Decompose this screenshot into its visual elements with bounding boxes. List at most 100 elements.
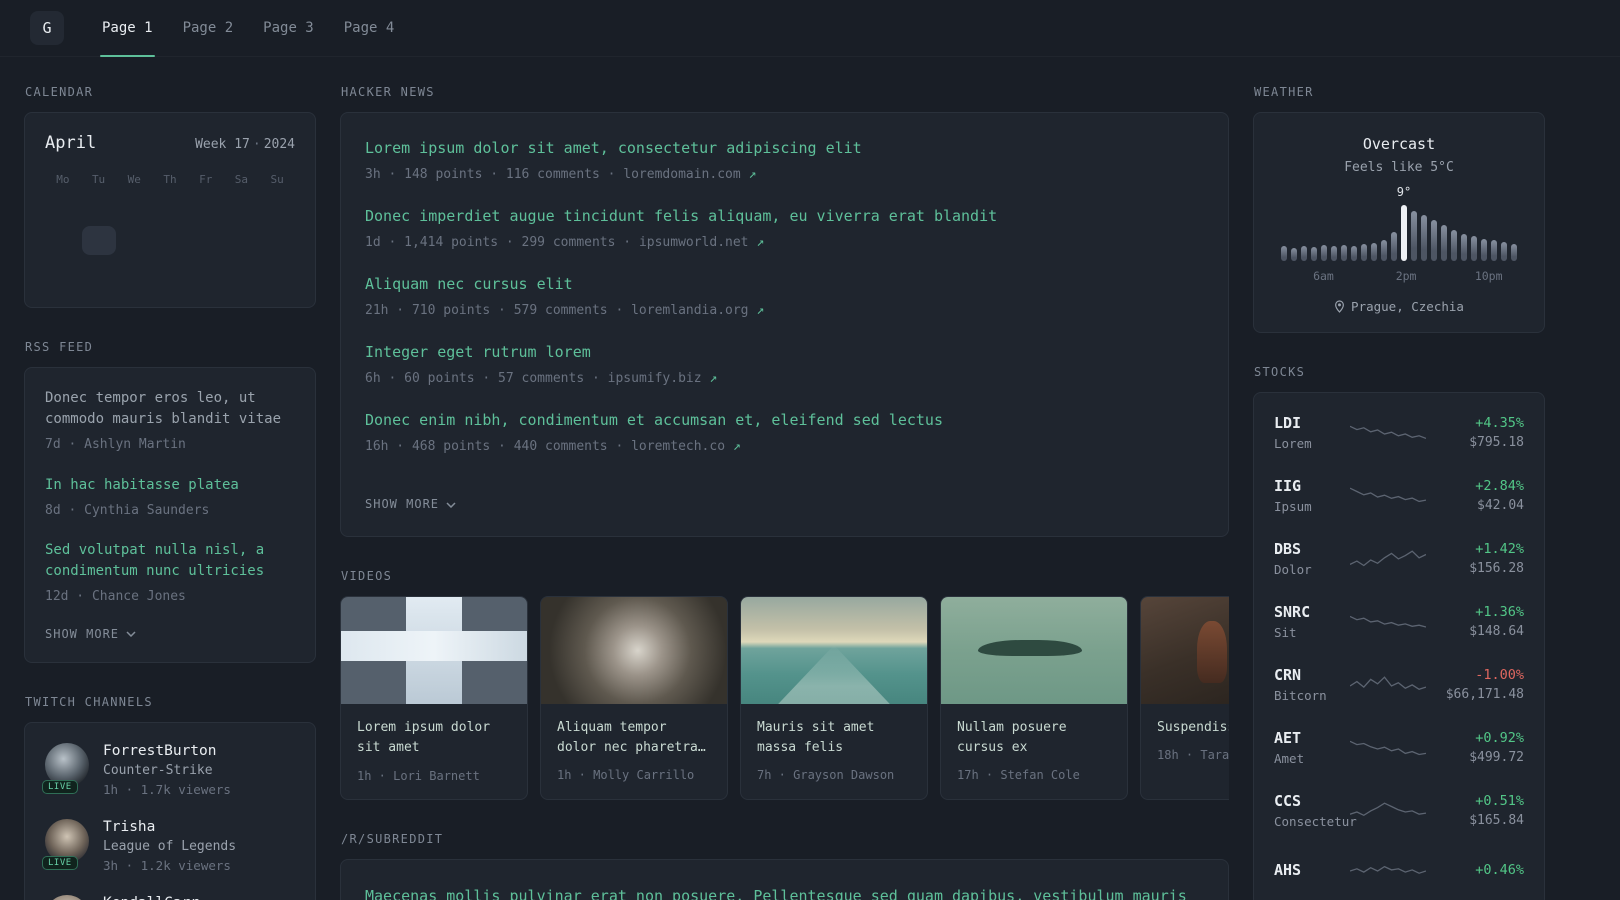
stock-change: +1.36%	[1475, 604, 1524, 620]
stock-name: Ipsum	[1274, 499, 1312, 514]
show-more-label: SHOW MORE	[365, 497, 440, 511]
video-card[interactable]: Lorem ipsum dolor sit amet consectetu… 1…	[340, 596, 528, 800]
calendar-day[interactable]	[189, 257, 223, 286]
weather-bar	[1381, 239, 1387, 261]
stock-price: $156.28	[1469, 561, 1524, 576]
page-tab[interactable]: Page 3	[261, 0, 316, 56]
calendar-day[interactable]	[46, 257, 80, 286]
weather-bar	[1491, 240, 1497, 261]
channel-name[interactable]: ForrestBurton	[103, 743, 231, 759]
calendar-day[interactable]	[189, 195, 223, 224]
rss-item-link[interactable]: Sed volutpat nulla nisl, a condimentum n…	[45, 540, 295, 582]
hackernews-item-link[interactable]: Aliquam nec cursus elit	[365, 273, 1204, 296]
source-domain-link[interactable]: ipsumworld.net ↗	[639, 235, 764, 250]
page-tab[interactable]: Page 1	[100, 0, 155, 57]
stock-sparkline	[1350, 418, 1428, 448]
video-thumbnail[interactable]	[1141, 597, 1229, 704]
rss-item-link[interactable]: In hac habitasse platea	[45, 475, 295, 496]
video-thumbnail[interactable]	[741, 597, 927, 704]
stock-change: +0.92%	[1475, 730, 1524, 746]
channel-game[interactable]: League of Legends	[103, 839, 236, 854]
hackernews-item-link[interactable]: Integer eget rutrum lorem	[365, 341, 1204, 364]
channel-viewers: 3h · 1.2k viewers	[103, 857, 231, 873]
stock-row[interactable]: DBS Dolor +1.42% $156.28	[1274, 527, 1524, 590]
source-domain-link[interactable]: loremtech.co ↗	[631, 439, 741, 454]
source-domain-link[interactable]: loremlandia.org ↗	[631, 303, 764, 318]
calendar-day[interactable]	[224, 226, 258, 255]
video-title[interactable]: Mauris sit amet massa felis	[757, 718, 911, 758]
stock-row[interactable]: LDI Lorem +4.35% $795.18	[1274, 401, 1524, 464]
video-card[interactable]: Suspendisse diam 18h · Tara	[1140, 596, 1229, 800]
twitch-channel-row[interactable]: LIVE Trisha League of Legends 3h · 1.2k …	[42, 818, 295, 873]
rss-show-more-button[interactable]: SHOW MORE	[45, 627, 136, 641]
top-nav: G Page 1 Page 2 Page 3 Page 4	[0, 0, 1620, 57]
calendar-day[interactable]	[46, 226, 80, 255]
calendar-day[interactable]	[117, 257, 151, 286]
calendar-day[interactable]	[82, 257, 116, 286]
video-meta: 1h · Lori Barnett	[357, 769, 480, 783]
calendar-day[interactable]	[260, 195, 294, 224]
hackernews-item-link[interactable]: Donec enim nibh, condimentum et accumsan…	[365, 409, 1204, 432]
calendar-day[interactable]	[81, 226, 116, 255]
video-thumbnail[interactable]	[541, 597, 727, 704]
video-title[interactable]: Lorem ipsum dolor sit amet consectetu…	[357, 718, 511, 759]
video-title[interactable]: Suspendisse diam	[1157, 718, 1229, 738]
stock-row[interactable]: IIG Ipsum +2.84% $42.04	[1274, 464, 1524, 527]
calendar-day[interactable]	[224, 195, 258, 224]
page-tab[interactable]: Page 4	[342, 0, 397, 56]
stock-id: CRN Bitcorn	[1274, 666, 1342, 703]
calendar-section-label: CALENDAR	[25, 85, 94, 99]
calendar-day[interactable]	[117, 226, 151, 255]
subreddit-post-link[interactable]: Maecenas mollis pulvinar erat non posuer…	[365, 884, 1204, 900]
stock-row[interactable]: SNRC Sit +1.36% $148.64	[1274, 590, 1524, 653]
hackernews-item-link[interactable]: Donec imperdiet augue tincidunt felis al…	[365, 205, 1204, 228]
stock-row[interactable]: CRN Bitcorn -1.00% $66,171.48	[1274, 653, 1524, 716]
weather-bar	[1461, 233, 1467, 261]
twitch-channel-row[interactable]: LIVE KendallCarr	[45, 894, 295, 900]
show-more-label: SHOW MORE	[45, 626, 120, 641]
calendar-day[interactable]	[153, 257, 187, 286]
calendar-day[interactable]	[117, 195, 151, 224]
day-of-week-label: Su	[270, 173, 284, 186]
hackernews-item-link[interactable]: Lorem ipsum dolor sit amet, consectetur …	[365, 137, 1204, 160]
rss-section-label: RSS FEED	[25, 340, 94, 354]
calendar-day[interactable]	[46, 195, 80, 224]
video-thumbnail[interactable]	[341, 597, 527, 704]
source-domain-link[interactable]: loremdomain.com ↗	[623, 167, 756, 182]
stock-price: $66,171.48	[1445, 687, 1524, 702]
stock-row[interactable]: AET Amet +0.92% $499.72	[1274, 716, 1524, 779]
stock-ticker: SNRC	[1274, 603, 1311, 621]
app-logo[interactable]: G	[30, 11, 64, 45]
source-domain-link[interactable]: ipsumify.biz ↗	[608, 371, 718, 386]
video-title[interactable]: Aliquam tempor dolor nec pharetra…	[557, 718, 711, 758]
calendar-day[interactable]	[224, 257, 258, 286]
hackernews-item-stats: 21h · 710 points · 579 comments ·	[365, 302, 632, 318]
calendar-day[interactable]	[153, 195, 187, 224]
channel-game[interactable]: Counter-Strike	[103, 763, 231, 778]
rss-item-link[interactable]: Donec tempor eros leo, ut commodo mauris…	[45, 388, 295, 430]
weather-location: Prague, Czechia	[1274, 299, 1524, 314]
calendar-day[interactable]	[189, 226, 223, 255]
hackernews-item-meta: 16h · 468 points · 440 comments · loremt…	[365, 437, 1204, 457]
hackernews-item-stats: 3h · 148 points · 116 comments ·	[365, 166, 624, 182]
left-column: CALENDAR April Week 17 · 2024 Mo Tu We Th …	[24, 85, 316, 900]
channel-name[interactable]: Trisha	[103, 819, 236, 835]
video-card[interactable]: Mauris sit amet massa felis 7h · Grayson…	[740, 596, 928, 800]
hackernews-show-more-button[interactable]: SHOW MORE	[365, 497, 456, 511]
subreddit-widget: /R/SUBREDDIT Maecenas mollis pulvinar er…	[340, 832, 1229, 900]
stock-row[interactable]: AHS +0.46%	[1274, 842, 1524, 898]
video-card[interactable]: Aliquam tempor dolor nec pharetra… 1h · …	[540, 596, 728, 800]
video-title[interactable]: Nullam posuere cursus ex	[957, 718, 1111, 758]
calendar-day[interactable]	[82, 195, 116, 224]
video-card[interactable]: Nullam posuere cursus ex 17h · Stefan Co…	[940, 596, 1128, 800]
page-tab[interactable]: Page 2	[181, 0, 236, 56]
calendar-day[interactable]	[260, 257, 294, 286]
stock-row[interactable]: CCS Consectetur +0.51% $165.84	[1274, 779, 1524, 842]
video-card-body: Suspendisse diam 18h · Tara	[1141, 704, 1229, 778]
calendar-day[interactable]	[153, 226, 187, 255]
twitch-channel-row[interactable]: LIVE ForrestBurton Counter-Strike 1h · 1…	[42, 742, 295, 797]
video-thumbnail[interactable]	[941, 597, 1127, 704]
weather-condition: Overcast	[1362, 135, 1436, 153]
channel-name[interactable]: KendallCarr	[103, 895, 199, 900]
calendar-day[interactable]	[260, 226, 294, 255]
